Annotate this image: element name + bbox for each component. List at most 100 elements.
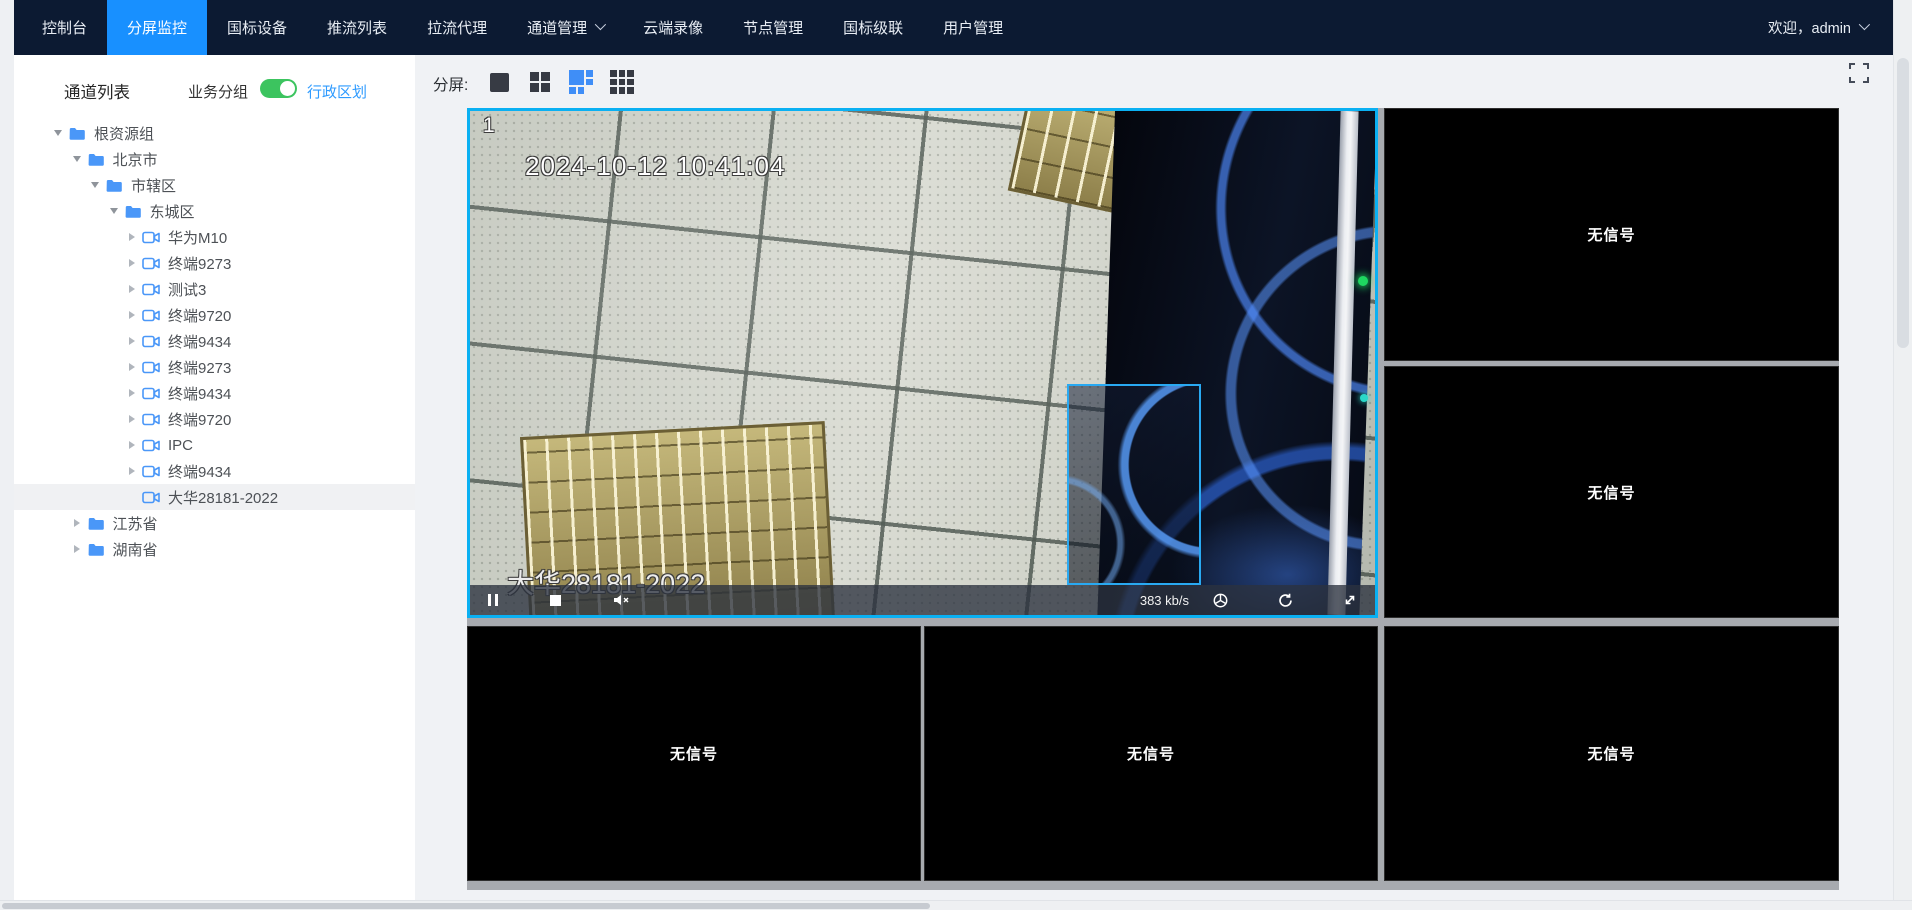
camera-icon bbox=[142, 231, 160, 244]
caret-icon[interactable] bbox=[69, 156, 85, 162]
caret-icon[interactable] bbox=[124, 467, 140, 475]
nav-item[interactable]: 国标级联 bbox=[823, 0, 923, 55]
nav-item[interactable]: 控制台 bbox=[22, 0, 107, 55]
nav-item-label: 通道管理 bbox=[527, 17, 587, 38]
nav-item-label: 云端录像 bbox=[643, 17, 703, 38]
horizontal-scrollbar[interactable] bbox=[0, 900, 1912, 910]
expand-button[interactable] bbox=[1343, 593, 1357, 607]
node-icon-slot bbox=[141, 257, 161, 270]
video-cell-6[interactable]: 无信号 bbox=[1384, 626, 1839, 881]
video-cell-5[interactable]: 无信号 bbox=[924, 626, 1378, 881]
tree-row[interactable]: 江苏省 bbox=[14, 510, 415, 536]
tree-row[interactable]: 终端9434 bbox=[14, 458, 415, 484]
user-menu[interactable]: 欢迎，admin bbox=[1768, 0, 1893, 55]
nav-item[interactable]: 用户管理 bbox=[923, 0, 1023, 55]
nav-item-label: 国标级联 bbox=[843, 17, 903, 38]
teal-led bbox=[1360, 394, 1368, 402]
tree-row[interactable]: 大华28181-2022 bbox=[14, 484, 415, 510]
caret-expanded-icon bbox=[73, 156, 81, 162]
camera-icon bbox=[142, 257, 160, 270]
nav-item[interactable]: 通道管理 bbox=[507, 0, 623, 55]
tree-node-label: 东城区 bbox=[150, 201, 195, 222]
caret-icon[interactable] bbox=[87, 182, 103, 188]
caret-icon[interactable] bbox=[124, 259, 140, 267]
caret-expanded-icon bbox=[91, 182, 99, 188]
nav-item-label: 国标设备 bbox=[227, 17, 287, 38]
split-mode-button[interactable] bbox=[528, 70, 552, 94]
snapshot-button[interactable] bbox=[1213, 593, 1228, 608]
nav-item[interactable]: 拉流代理 bbox=[407, 0, 507, 55]
folder-icon bbox=[125, 205, 141, 218]
video-cell-1[interactable]: 1 2024-10-12 10:41:04 大华28181-2022 bbox=[467, 108, 1378, 618]
tree-node-label: 终端9434 bbox=[168, 331, 231, 352]
video-cell-4[interactable]: 无信号 bbox=[467, 626, 921, 881]
stop-icon bbox=[550, 595, 561, 606]
node-icon-slot bbox=[141, 439, 161, 452]
tree-row[interactable]: 终端9720 bbox=[14, 302, 415, 328]
camera-icon bbox=[142, 361, 160, 374]
nav-item[interactable]: 国标设备 bbox=[207, 0, 307, 55]
tree-node-label: 根资源组 bbox=[94, 123, 154, 144]
caret-icon[interactable] bbox=[124, 415, 140, 423]
video-frame bbox=[470, 111, 1375, 615]
caret-icon[interactable] bbox=[124, 285, 140, 293]
mute-button[interactable] bbox=[613, 594, 629, 606]
caret-icon[interactable] bbox=[50, 130, 66, 136]
sidebar-header: 通道列表 业务分组 行政区划 bbox=[14, 75, 415, 105]
split-mode-button[interactable] bbox=[569, 70, 593, 94]
pause-button[interactable] bbox=[488, 594, 498, 606]
split-mode-button[interactable] bbox=[610, 70, 634, 94]
split-9-icon bbox=[610, 70, 633, 93]
caret-icon[interactable] bbox=[124, 389, 140, 397]
tree-row[interactable]: 根资源组 bbox=[14, 120, 415, 146]
nav-item[interactable]: 节点管理 bbox=[723, 0, 823, 55]
caret-icon[interactable] bbox=[124, 337, 140, 345]
group-mode-toggle[interactable] bbox=[260, 79, 297, 98]
tree-row[interactable]: 终端9720 bbox=[14, 406, 415, 432]
video-grid: 1 2024-10-12 10:41:04 大华28181-2022 bbox=[467, 108, 1839, 890]
fullscreen-button[interactable] bbox=[1847, 61, 1871, 85]
tree-row[interactable]: 测试3 bbox=[14, 276, 415, 302]
tree-row[interactable]: 市辖区 bbox=[14, 172, 415, 198]
caret-icon[interactable] bbox=[124, 233, 140, 241]
tree-row[interactable]: 北京市 bbox=[14, 146, 415, 172]
tree-node-label: 终端9434 bbox=[168, 383, 231, 404]
folder-icon bbox=[69, 127, 85, 140]
tree-row[interactable]: 华为M10 bbox=[14, 224, 415, 250]
caret-collapsed-icon bbox=[129, 467, 135, 475]
caret-icon[interactable] bbox=[69, 545, 85, 553]
split-mode-button[interactable] bbox=[487, 70, 511, 94]
snapshot-icon bbox=[1213, 593, 1228, 608]
caret-icon[interactable] bbox=[106, 208, 122, 214]
stop-button[interactable] bbox=[550, 595, 561, 606]
region-mode-label[interactable]: 行政区划 bbox=[307, 81, 367, 102]
tree-row[interactable]: 终端9434 bbox=[14, 328, 415, 354]
tree-row[interactable]: IPC bbox=[14, 432, 415, 458]
nav-item[interactable]: 分屏监控 bbox=[107, 0, 207, 55]
tree-row[interactable]: 东城区 bbox=[14, 198, 415, 224]
caret-icon[interactable] bbox=[124, 363, 140, 371]
tree-row[interactable]: 湖南省 bbox=[14, 536, 415, 562]
tree-row[interactable]: 终端9434 bbox=[14, 380, 415, 406]
vertical-scrollbar-thumb[interactable] bbox=[1897, 58, 1909, 348]
caret-icon[interactable] bbox=[124, 311, 140, 319]
video-cell-2[interactable]: 无信号 bbox=[1384, 108, 1839, 361]
tree-row[interactable]: 终端9273 bbox=[14, 250, 415, 276]
camera-icon bbox=[142, 283, 160, 296]
nav-item[interactable]: 推流列表 bbox=[307, 0, 407, 55]
node-icon-slot bbox=[141, 465, 161, 478]
video-timestamp: 2024-10-12 10:41:04 bbox=[525, 151, 785, 182]
vertical-scrollbar[interactable] bbox=[1893, 0, 1912, 900]
caret-icon[interactable] bbox=[69, 519, 85, 527]
split-label: 分屏: bbox=[433, 73, 468, 95]
horizontal-scrollbar-thumb[interactable] bbox=[2, 903, 930, 909]
nav-item-label: 用户管理 bbox=[943, 17, 1003, 38]
caret-icon[interactable] bbox=[124, 441, 140, 449]
node-icon-slot bbox=[86, 153, 106, 166]
tree-row[interactable]: 终端9273 bbox=[14, 354, 415, 380]
node-icon-slot bbox=[141, 335, 161, 348]
video-cell-3[interactable]: 无信号 bbox=[1384, 366, 1839, 618]
caret-collapsed-icon bbox=[74, 545, 80, 553]
refresh-button[interactable] bbox=[1278, 593, 1293, 608]
nav-item[interactable]: 云端录像 bbox=[623, 0, 723, 55]
